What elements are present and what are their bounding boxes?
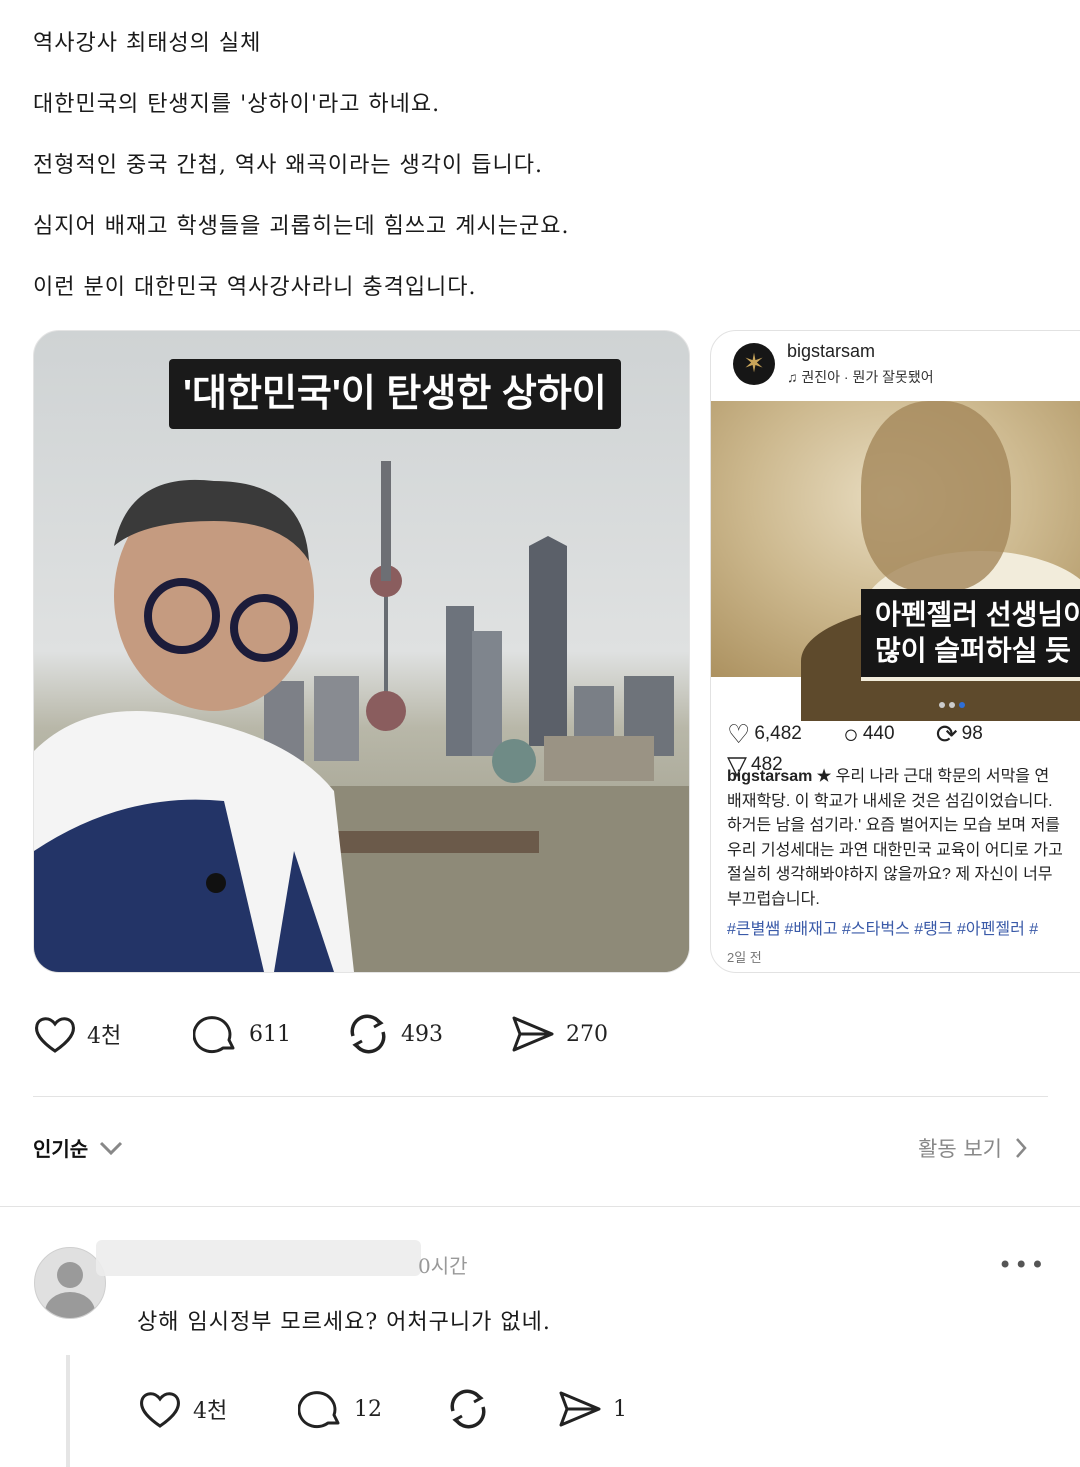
like-button[interactable]: 4천 [33,1012,121,1056]
image-caption: '대한민국'이 탄생한 상하이 [169,359,621,429]
ig-like-count: 6,482 [754,723,802,744]
comment-reply-count: 12 [354,1396,382,1422]
heart-icon [140,1392,180,1428]
post-line: 대한민국의 탄생지를 '상하이'라고 하네요. [33,92,441,117]
thread-line [66,1355,70,1467]
repost-icon [350,1014,386,1054]
ig-caption-user: bigstarsam ★ [727,768,832,785]
activity-label: 활동 보기 [918,1137,1002,1161]
ig-comment-count: 440 [862,723,895,744]
comment-count: 611 [249,1021,291,1047]
comment-icon: ○ [843,719,859,749]
music-title: 권진아 · 뭔가 잘못됐어 [801,369,934,385]
comment-share-button[interactable]: 1 [557,1387,627,1431]
ig-repost-count: 98 [961,723,983,744]
like-count: 4천 [87,1024,122,1049]
ig-caption: bigstarsam ★ 우리 나라 근대 학문의 서막을 연 배재학당. 이 … [727,765,1080,912]
repost-button[interactable]: 493 [345,1012,443,1056]
post-line: 역사강사 최태성의 실체 [33,31,262,56]
comment-repost-button[interactable] [445,1387,501,1431]
sort-dropdown[interactable]: 인기순 [33,1133,124,1162]
ig-caption-line: 하거든 남을 섬기라.' 요즘 벌어지는 모습 보며 저를 [727,817,1061,834]
repost-icon: ⟳ [935,719,958,749]
ig-username: bigstarsam [787,341,876,361]
chevron-down-icon [100,1141,123,1155]
comment-like-count: 4천 [193,1399,228,1424]
share-button[interactable]: 270 [510,1012,608,1056]
comment-timestamp: 0시간 [418,1254,468,1278]
ig-music: ♫ 권진아 · 뭔가 잘못됐어 [787,367,934,387]
music-note-icon: ♫ [787,369,798,385]
ig-caption-line: 배재학당. 이 학교가 내세운 것은 섬김이었습니다. [727,792,1053,810]
portrait-face [861,401,1011,591]
heart-icon [35,1017,75,1053]
repost-count: 493 [401,1021,443,1047]
post-body: 역사강사 최태성의 실체 대한민국의 탄생지를 '상하이'라고 하네요. 전형적… [33,24,569,329]
repost-icon [450,1389,486,1429]
ig-caption-line: 우리 나라 근대 학문의 서막을 연 [835,768,1050,785]
ig-hashtags: #큰별쌤 #배재고 #스타벅스 #탱크 #아펜젤러 # [727,921,1039,938]
view-activity-link[interactable]: 활동 보기 [918,1133,1028,1163]
comment-text: 상해 임시정부 모르세요? 어처구니가 없네. [137,1310,551,1335]
carousel-dots [937,693,967,712]
divider [0,1206,1080,1207]
carousel-image-shanghai[interactable]: '대한민국'이 탄생한 상하이 [33,330,690,973]
share-count: 270 [566,1021,608,1047]
heart-icon: ♡ [727,719,751,749]
post-line: 이런 분이 대한민국 역사강사라니 충격입니다. [33,275,477,300]
ig-caption-line: 우리 기성세대는 과연 대한민국 교육이 어디로 가고 [727,841,1063,859]
comment-like-button[interactable]: 4천 [137,1387,227,1431]
comment-icon [193,1016,235,1054]
redacted-username [96,1240,421,1276]
send-icon [512,1016,554,1052]
avatar: ✶ [733,343,775,385]
ig-caption-line: 절실히 생각해봐야하지 않을까요? 제 자신이 너무 [727,866,1053,883]
comment-share-count: 1 [613,1396,627,1422]
sort-label: 인기순 [33,1137,89,1161]
chevron-right-icon [1016,1138,1027,1158]
carousel-image-instagram[interactable]: ✶ bigstarsam ♫ 권진아 · 뭔가 잘못됐어 아펜젤러 선생님이 많… [710,330,1080,973]
post-line: 전형적인 중국 간첩, 역사 왜곡이라는 생각이 듭니다. [33,153,543,178]
comment-button[interactable]: 611 [193,1012,291,1056]
ig-caption-line: 부끄럽습니다. [727,890,820,908]
send-icon [559,1391,601,1427]
divider [33,1096,1048,1097]
comment-icon [298,1391,340,1429]
ig-timestamp: 2일 전 [727,950,762,965]
comment-reply-button[interactable]: 12 [298,1387,382,1431]
ig-portrait-photo: 아펜젤러 선생님이 많이 슬퍼하실 듯 [711,401,1080,721]
more-options-icon[interactable]: ••• [998,1253,1046,1277]
post-line: 심지어 배재고 학생들을 괴롭히는데 힘쓰고 계시는군요. [33,214,570,239]
ig-overlay-caption: 아펜젤러 선생님이 많이 슬퍼하실 듯 [861,589,1080,677]
